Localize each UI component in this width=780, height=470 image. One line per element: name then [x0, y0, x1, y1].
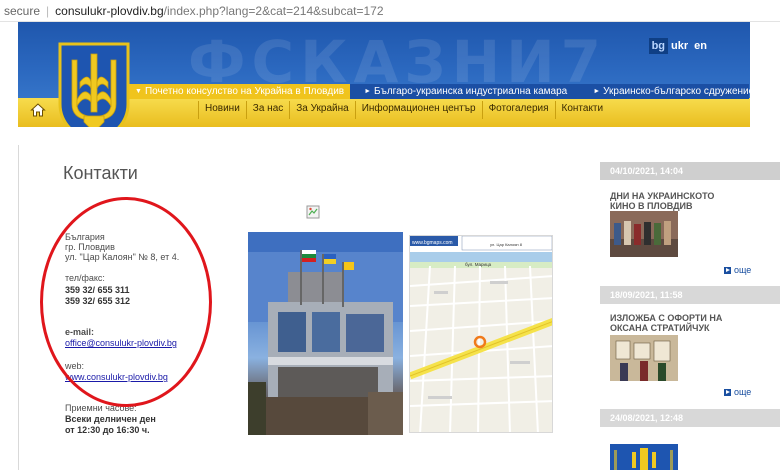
menu-contacts[interactable]: Контакти	[554, 101, 610, 119]
security-indicator[interactable]: secure	[4, 4, 40, 18]
top-link-consulate[interactable]: ▼ Почетно консулство на Украйна в Пловди…	[129, 84, 351, 99]
arrow-icon	[724, 266, 731, 274]
menu-info-center[interactable]: Информационен център	[354, 101, 482, 119]
menu-about[interactable]: За нас	[245, 101, 289, 119]
url-path[interactable]: /index.php?lang=2&cat=214&subcat=172	[164, 4, 384, 18]
menu-gallery[interactable]: Фотогалерия	[481, 101, 555, 119]
top-link-label: Почетно консулство на Украйна в Пловдив	[144, 86, 345, 97]
top-links-bar: ▼ Почетно консулство на Украйна в Пловди…	[129, 84, 750, 99]
triangle-icon: ▼	[135, 88, 142, 95]
map-street-label: бул. Марица	[465, 262, 492, 267]
top-link-association[interactable]: ► Украинско-българско сдружение Пловдив	[587, 86, 750, 97]
top-link-label: Украинско-българско сдружение Пловдив	[603, 86, 750, 97]
broken-image-icon	[306, 205, 320, 219]
menu-news[interactable]: Новини	[198, 101, 246, 119]
arrow-icon	[724, 388, 731, 396]
news-date: 04/10/2021, 14:04	[600, 162, 780, 180]
main-menu: Новини За нас За Украйна Информационен ц…	[198, 101, 609, 119]
news-date: 24/08/2021, 12:48	[600, 409, 780, 427]
building-photo	[248, 232, 403, 435]
red-annotation-circle	[40, 197, 212, 407]
site-header: ФСКАЗНИ7 bg ukr en ▼ Почетно консулство …	[18, 22, 750, 127]
news-more-link[interactable]: още	[724, 387, 751, 397]
top-link-label: Българо-украинска индустриална камара	[374, 86, 568, 97]
lang-ukr[interactable]: ukr	[668, 38, 691, 54]
ukraine-trident-emblem-icon[interactable]	[58, 42, 130, 127]
triangle-icon: ►	[364, 88, 372, 95]
triangle-icon: ►	[593, 88, 601, 95]
hours-time: от 12:30 до 16:30 ч.	[65, 425, 150, 435]
location-map[interactable]: www.bgmaps.com ул. Цар Калоян 8 бул. Мар…	[409, 235, 553, 433]
more-label: още	[734, 387, 752, 397]
browser-url-bar[interactable]: secure | consulukr-plovdiv.bg /index.php…	[0, 0, 780, 22]
news-date: 18/09/2021, 11:58	[600, 286, 780, 304]
language-switcher: bg ukr en	[648, 38, 710, 54]
map-note-text: ул. Цар Калоян 8	[490, 242, 523, 247]
hours-days: Всеки делничен ден	[65, 414, 156, 424]
more-label: още	[734, 265, 752, 275]
top-link-chamber[interactable]: ► Българо-украинска индустриална камара	[358, 86, 567, 97]
news-thumbnail[interactable]	[610, 444, 678, 470]
news-thumbnail[interactable]	[610, 335, 678, 381]
news-thumbnail[interactable]	[610, 211, 678, 257]
map-header-text: www.bgmaps.com	[412, 240, 453, 246]
url-separator: |	[46, 3, 50, 18]
menu-ukraine[interactable]: За Украйна	[289, 101, 354, 119]
news-title[interactable]: ДНИ НА УКРАИНСКОТО КИНО В ПЛОВДИВ	[610, 191, 740, 211]
lang-en[interactable]: en	[691, 38, 710, 54]
content-left-divider	[18, 145, 19, 470]
lang-bg[interactable]: bg	[648, 38, 669, 54]
home-icon[interactable]	[30, 102, 46, 118]
page-title: Контакти	[63, 163, 138, 183]
url-host[interactable]: consulukr-plovdiv.bg	[55, 4, 164, 18]
news-more-link[interactable]: още	[724, 265, 751, 275]
news-title[interactable]: ИЗЛОЖБА С ОФОРТИ НА ОКСАНА СТРАТИЙЧУК	[610, 313, 740, 333]
